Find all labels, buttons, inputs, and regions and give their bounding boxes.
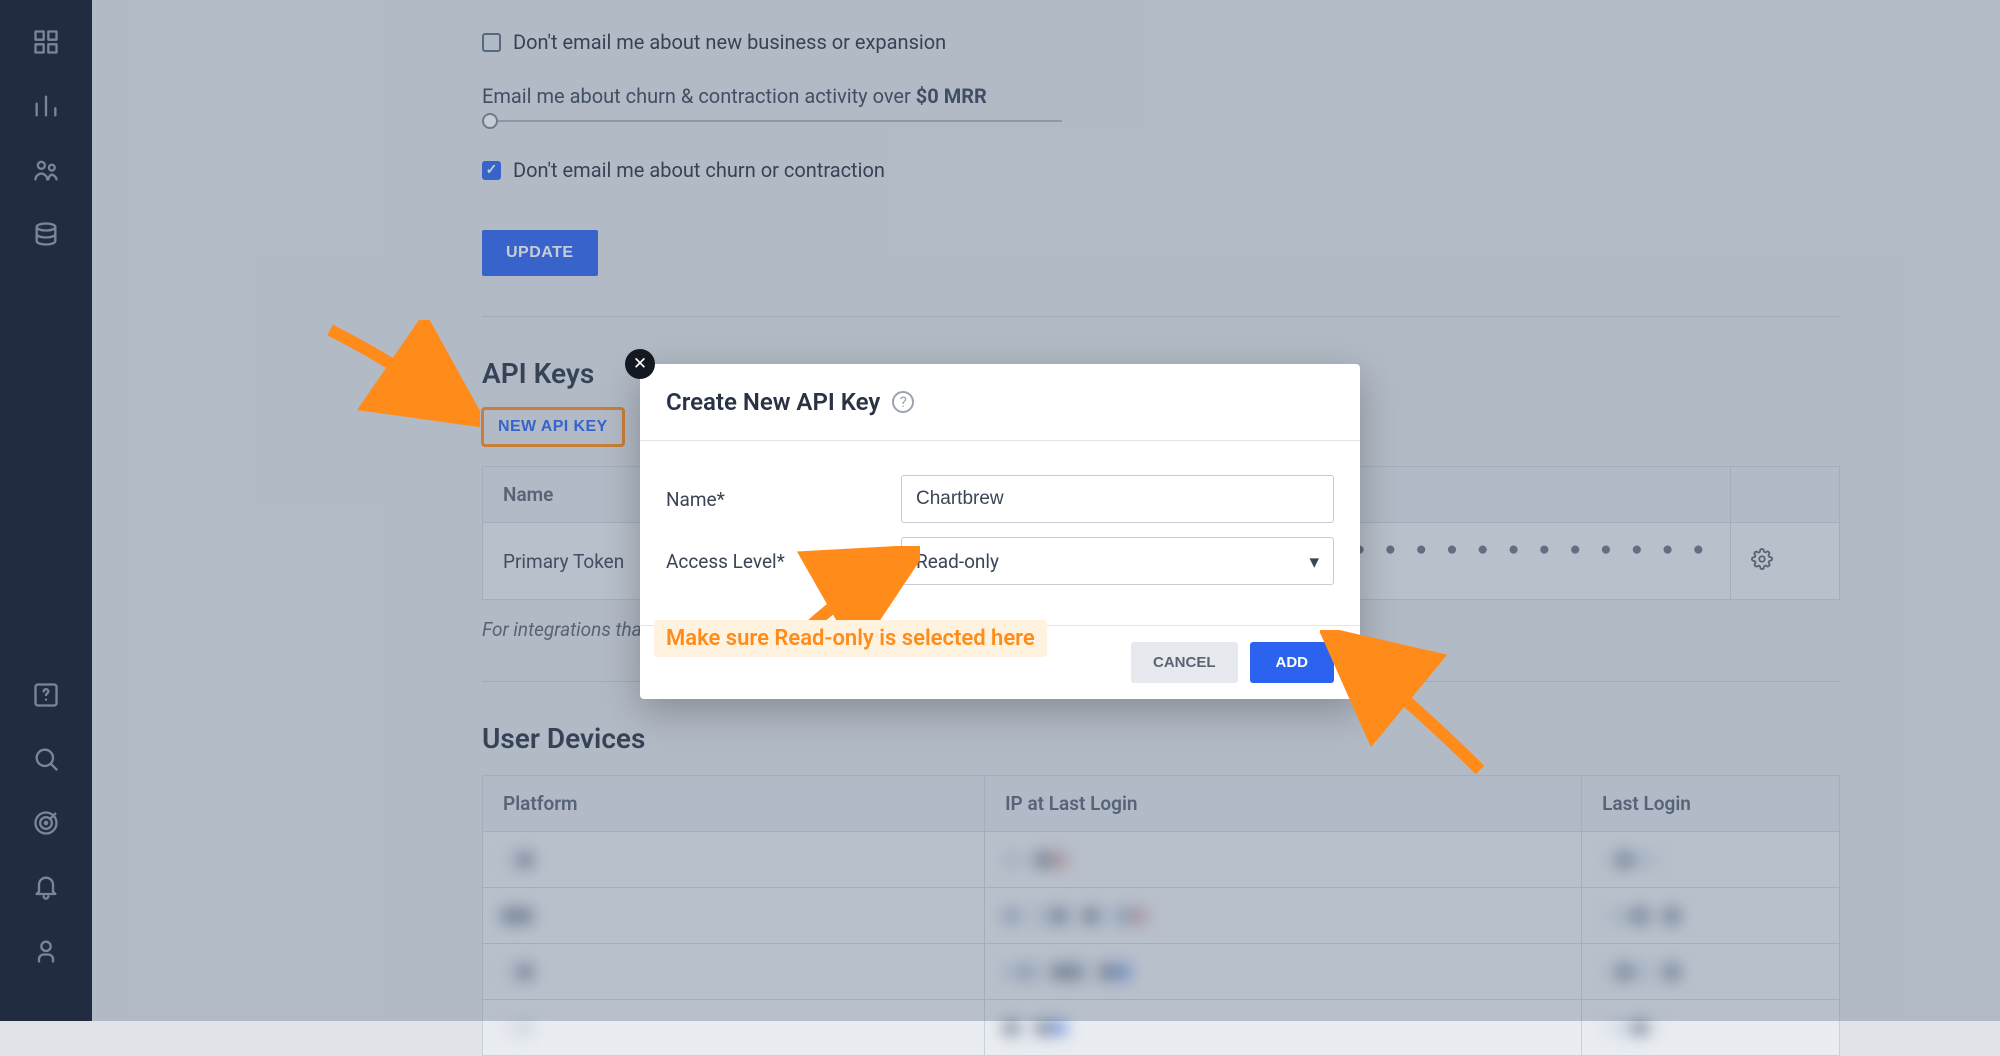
- target-icon[interactable]: [32, 809, 60, 837]
- table-header-row: Platform IP at Last Login Last Login: [483, 776, 1840, 832]
- devices-table: Platform IP at Last Login Last Login: [482, 775, 1840, 1056]
- checkbox-label: Don't email me about churn or contractio…: [513, 158, 885, 182]
- checkbox-churn[interactable]: Don't email me about churn or contractio…: [482, 158, 1840, 182]
- cell-platform: [483, 1000, 985, 1056]
- devices-heading: User Devices: [482, 722, 1840, 755]
- access-level-select[interactable]: Read-only ▾: [901, 537, 1334, 585]
- people-icon[interactable]: [32, 156, 60, 184]
- checkbox-business[interactable]: Don't email me about new business or exp…: [482, 30, 1840, 54]
- update-button[interactable]: UPDATE: [482, 230, 598, 276]
- analytics-icon[interactable]: [32, 92, 60, 120]
- cell-platform: [483, 832, 985, 888]
- modal-body: Name* Access Level* Read-only ▾: [640, 441, 1360, 625]
- dashboard-icon[interactable]: [32, 28, 60, 56]
- cell-last: [1582, 832, 1840, 888]
- col-actions: [1731, 467, 1840, 523]
- mrr-slider[interactable]: [482, 120, 1062, 122]
- cell-last: [1582, 888, 1840, 944]
- chevron-down-icon: ▾: [1309, 550, 1319, 573]
- table-row: [483, 832, 1840, 888]
- checkbox-label: Don't email me about new business or exp…: [513, 30, 946, 54]
- divider: [482, 316, 1840, 317]
- new-api-key-button[interactable]: NEW API KEY: [482, 408, 624, 446]
- table-row: [483, 944, 1840, 1000]
- name-label: Name*: [666, 488, 901, 511]
- cancel-button[interactable]: CANCEL: [1131, 642, 1238, 683]
- cell-ip: [985, 832, 1582, 888]
- bell-icon[interactable]: [32, 873, 60, 901]
- search-icon[interactable]: [32, 745, 60, 773]
- checkbox-icon: [482, 161, 501, 180]
- cell-ip: [985, 1000, 1582, 1056]
- cell-platform: [483, 888, 985, 944]
- modal-title: Create New API Key: [666, 388, 880, 416]
- name-input[interactable]: [901, 475, 1334, 523]
- sidebar-rail: [0, 0, 92, 1021]
- col-last-login: Last Login: [1582, 776, 1840, 832]
- select-value: Read-only: [916, 550, 999, 573]
- add-button[interactable]: ADD: [1250, 642, 1335, 683]
- table-row: [483, 1000, 1840, 1056]
- cell-last: [1582, 1000, 1840, 1056]
- annotation-note: Make sure Read-only is selected here: [654, 620, 1047, 657]
- table-row: [483, 888, 1840, 944]
- cell-ip: [985, 944, 1582, 1000]
- cell-platform: [483, 944, 985, 1000]
- slider-label: Email me about churn & contraction activ…: [482, 84, 1840, 108]
- help-icon[interactable]: ?: [892, 391, 914, 413]
- gear-icon[interactable]: [1751, 548, 1773, 570]
- close-icon[interactable]: ✕: [625, 349, 655, 379]
- help-icon[interactable]: [32, 681, 60, 709]
- col-platform: Platform: [483, 776, 985, 832]
- modal-header: Create New API Key ?: [640, 364, 1360, 441]
- cell-actions: [1731, 523, 1840, 600]
- slider-thumb[interactable]: [482, 113, 498, 129]
- cell-ip: [985, 888, 1582, 944]
- access-level-label: Access Level*: [666, 550, 901, 573]
- cell-last: [1582, 944, 1840, 1000]
- database-icon[interactable]: [32, 220, 60, 248]
- user-icon[interactable]: [32, 937, 60, 965]
- col-ip: IP at Last Login: [985, 776, 1582, 832]
- checkbox-icon: [482, 33, 501, 52]
